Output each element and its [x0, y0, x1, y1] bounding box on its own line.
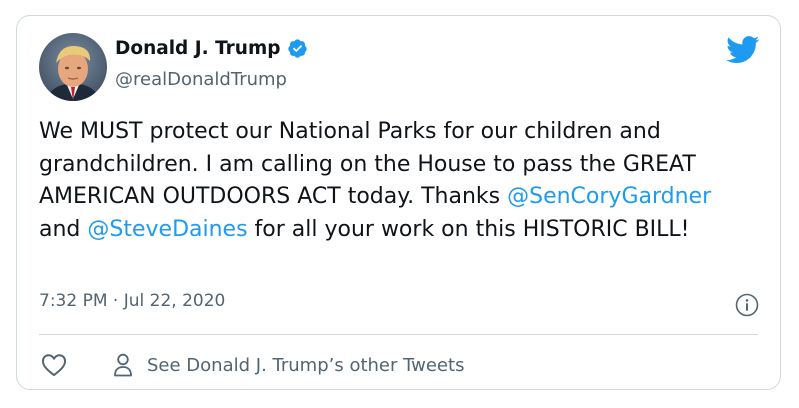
- person-icon: [114, 353, 132, 377]
- verified-badge-icon: [287, 39, 307, 58]
- tweet-text: We MUST protect our National Parks for o…: [39, 116, 759, 246]
- avatar-image: [39, 33, 107, 101]
- tweet-text-part: for all your work on this HISTORIC BILL!: [247, 216, 690, 242]
- tweet-timestamp[interactable]: 7:32 PM · Jul 22, 2020: [39, 291, 225, 311]
- avatar[interactable]: [39, 33, 107, 101]
- see-other-tweets-label[interactable]: See Donald J. Trump’s other Tweets: [147, 355, 464, 376]
- mention-link-sencorygardner[interactable]: @SenCoryGardner: [507, 184, 711, 209]
- mention-link-stevedaines[interactable]: @SteveDaines: [87, 217, 247, 242]
- info-icon[interactable]: [735, 293, 759, 317]
- author-name[interactable]: Donald J. Trump: [115, 38, 281, 59]
- action-bar: See Donald J. Trump’s other Tweets: [41, 349, 464, 381]
- tweet-text-part: and: [39, 216, 88, 242]
- author-handle[interactable]: @realDonaldTrump: [115, 69, 287, 90]
- twitter-bird-icon[interactable]: [726, 36, 760, 64]
- divider: [39, 334, 758, 335]
- tweet-card[interactable]: Donald J. Trump @realDonaldTrump We MUST…: [16, 15, 781, 390]
- heart-icon[interactable]: [41, 353, 67, 377]
- author-row: Donald J. Trump: [115, 38, 308, 59]
- see-other-tweets-link[interactable]: See Donald J. Trump’s other Tweets: [113, 353, 464, 377]
